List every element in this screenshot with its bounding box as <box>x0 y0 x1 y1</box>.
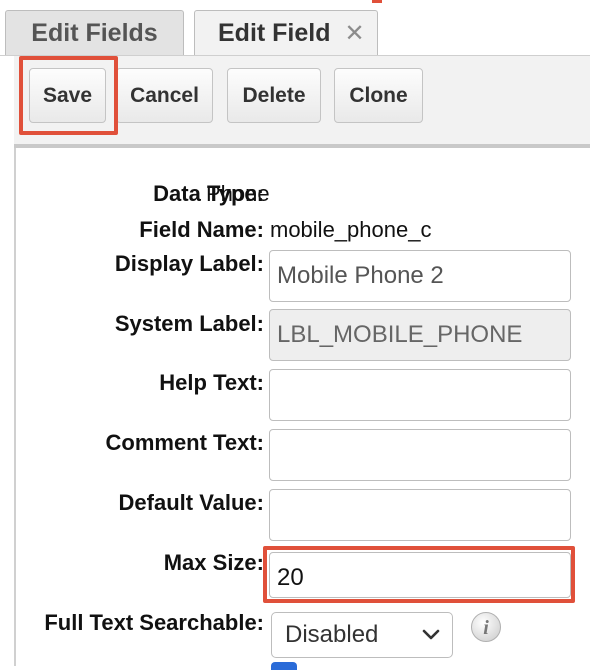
max-size-input[interactable] <box>269 552 571 598</box>
display-label-input[interactable] <box>269 250 571 302</box>
highlight-fragment <box>372 0 382 3</box>
toolbar-divider <box>14 144 590 148</box>
comment-text-label: Comment Text: <box>105 430 265 455</box>
comment-text-input[interactable] <box>269 429 571 481</box>
system-label-input <box>269 309 571 361</box>
system-label-label: System Label: <box>114 311 264 336</box>
max-size-label: Max Size: <box>163 550 264 575</box>
tab-edit-fields-label: Edit Fields <box>31 19 158 47</box>
help-text-input[interactable] <box>269 369 571 421</box>
display-label-label: Display Label: <box>114 251 264 276</box>
help-text-label: Help Text: <box>159 370 264 395</box>
close-icon[interactable]: ✕ <box>345 19 365 48</box>
checkbox[interactable] <box>271 662 297 670</box>
full-text-searchable-select[interactable]: Disabled <box>271 612 453 658</box>
svg-text:i: i <box>483 617 489 639</box>
clone-button[interactable]: Clone <box>334 68 423 123</box>
full-text-searchable-label: Full Text Searchable: <box>44 610 264 635</box>
info-icon[interactable]: i <box>470 611 502 643</box>
panel-left-border <box>14 148 16 666</box>
default-value-input[interactable] <box>269 489 571 541</box>
delete-button[interactable]: Delete <box>227 68 321 123</box>
chevron-down-icon <box>422 629 440 640</box>
full-text-searchable-value: Disabled <box>285 621 379 648</box>
field-name-label: Field Name: <box>139 217 264 242</box>
cancel-button[interactable]: Cancel <box>116 68 213 123</box>
data-type-value: Phone <box>206 181 270 206</box>
field-name-value: mobile_phone_c <box>270 217 432 242</box>
tab-edit-field-label: Edit Field <box>218 19 331 47</box>
tab-edit-field[interactable]: Edit Field ✕ <box>194 10 378 56</box>
save-button[interactable]: Save <box>29 68 106 123</box>
tab-edit-fields[interactable]: Edit Fields <box>5 10 184 56</box>
default-value-label: Default Value: <box>118 490 264 515</box>
